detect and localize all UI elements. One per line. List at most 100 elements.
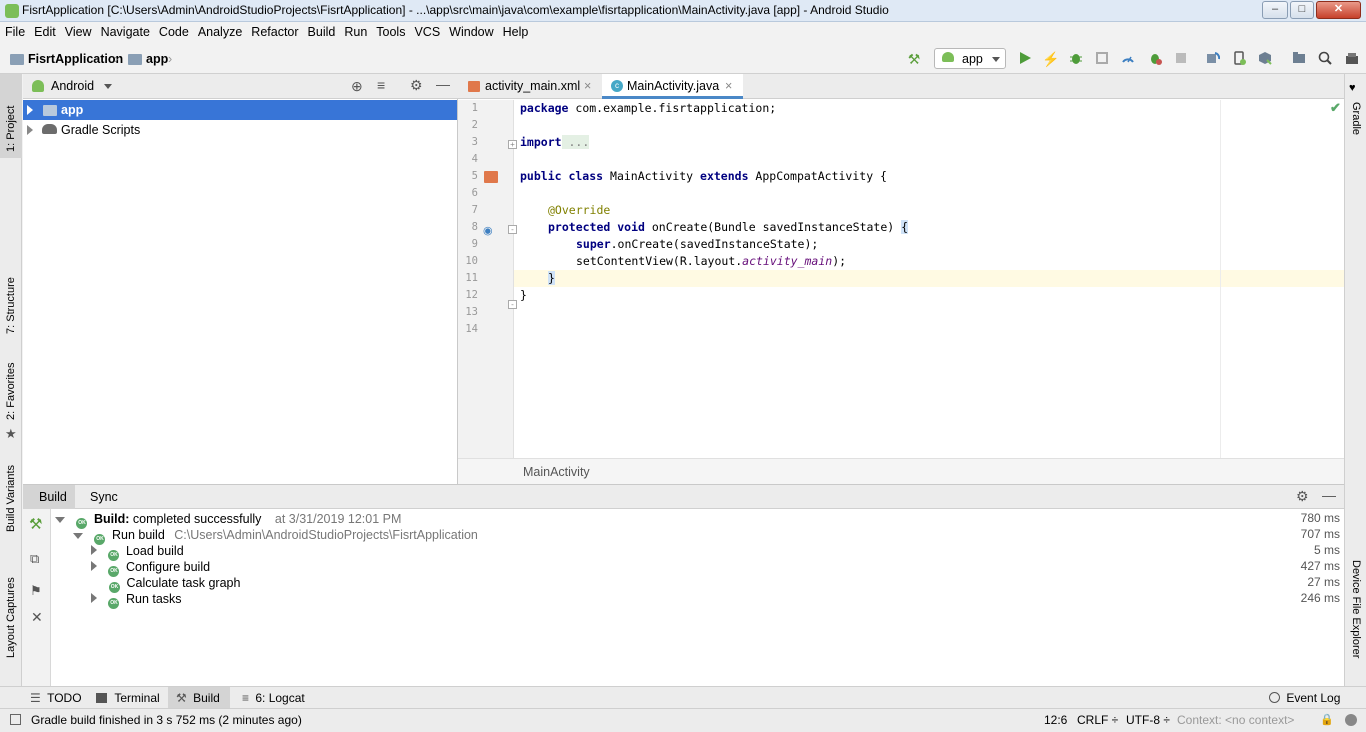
tool-tab-event-log[interactable]: Event Log [1266,687,1344,709]
menu-code[interactable]: Code [154,22,193,39]
lock-icon[interactable]: 🔒 [1320,713,1334,726]
run-configuration-select[interactable]: app [934,48,1006,69]
hide-panel-icon[interactable]: — [436,76,450,92]
run-with-coverage-icon[interactable] [1094,51,1110,67]
gear-icon[interactable]: ⚙ [1296,488,1309,505]
close-tab-icon[interactable]: × [725,74,732,98]
maximize-button[interactable]: □ [1290,1,1314,19]
build-label: Build: [93,512,130,526]
attach-debugger-icon[interactable] [1147,51,1163,67]
line-separator-select[interactable]: CRLF ÷ [1077,713,1118,727]
menu-view[interactable]: View [60,22,96,39]
tool-tab-favorites[interactable]: 2: Favorites ★ [0,360,22,441]
tree-item-gradle-scripts[interactable]: Gradle Scripts [23,120,457,140]
tool-tab-label: Build [193,691,220,705]
menu-vcs[interactable]: VCS [409,22,444,39]
menu-analyze[interactable]: Analyze [193,22,246,39]
profile-icon[interactable] [1120,51,1136,67]
tab-sync[interactable]: Sync [90,490,118,504]
tool-tab-structure[interactable]: 7: Structure [0,262,22,338]
hide-panel-icon[interactable]: — [1322,487,1336,503]
pin-icon[interactable]: ⚑ [30,583,42,599]
debug-icon[interactable] [1068,51,1084,67]
build-row-configure-build[interactable]: OK Configure build [91,559,210,577]
status-message[interactable]: Gradle build finished in 3 s 752 ms (2 m… [31,713,302,727]
menu-help[interactable]: Help [498,22,533,39]
tool-tab-build[interactable]: ⚒ Build [168,687,230,709]
menu-refactor[interactable]: Refactor [246,22,302,39]
tool-tab-layout-captures[interactable]: Layout Captures [0,570,22,670]
expand-arrow-icon[interactable] [91,561,97,571]
tool-tab-todo[interactable]: ☰ TODO [26,687,86,709]
folded-imports[interactable]: ... [561,135,590,149]
menu-window[interactable]: Window [444,22,497,39]
rebuild-hammer-icon[interactable]: ⚒ [29,515,42,533]
close-icon[interactable]: ✕ [31,609,43,626]
context-indicator: Context: <no context> [1177,713,1295,727]
build-row-run-build[interactable]: OK Run build C:\Users\Admin\AndroidStudi… [73,527,478,545]
overrides-method-icon[interactable]: ◉ [483,224,493,237]
tool-tab-terminal[interactable]: Terminal [92,687,164,709]
avd-manager-icon[interactable] [1231,51,1247,67]
breadcrumb-module[interactable]: app [146,52,168,66]
build-row-calculate-task-graph[interactable]: OK Calculate task graph [109,575,240,593]
tab-mainactivity-java[interactable]: c MainActivity.java × [602,74,743,99]
toggle-tool-windows-icon[interactable] [10,714,21,725]
run-icon[interactable] [1017,51,1033,67]
close-button[interactable]: ✕ [1316,1,1361,19]
close-tab-icon[interactable]: × [584,74,591,98]
editor-gutter[interactable]: 1 2 3 4 5 6 7 8 9 10 11 12 13 14 ◉ + - - [458,100,517,458]
related-xml-layout-icon[interactable] [484,171,498,183]
tool-tab-gradle[interactable]: ♥ Gradle [1345,78,1366,142]
sdk-manager-icon[interactable] [1257,51,1273,67]
super-call: .onCreate(savedInstanceState); [610,237,819,251]
minimize-button[interactable]: – [1262,1,1288,19]
menu-file[interactable]: File [0,22,29,39]
encoding-select[interactable]: UTF-8 ÷ [1126,713,1170,727]
gear-icon[interactable]: ⚙ [410,77,423,94]
project-structure-icon[interactable] [1291,51,1307,67]
project-view-select[interactable]: Android [51,79,94,93]
tool-tab-logcat[interactable]: ≡ 6: Logcat [238,687,308,709]
tool-tab-project[interactable]: 1: Project [0,74,22,158]
collapse-arrow-icon[interactable] [55,517,65,523]
breadcrumb-project[interactable]: FisrtApplication [28,52,123,66]
menu-navigate[interactable]: Navigate [96,22,154,39]
toggle-view-icon[interactable]: ⧉ [30,551,39,567]
android-assistant-icon[interactable] [1344,51,1360,67]
collapse-all-icon[interactable]: ≡ [377,77,385,93]
build-row-load-build[interactable]: OK Load build [91,543,184,561]
sync-gradle-icon[interactable] [1205,51,1221,67]
apply-changes-icon[interactable]: ⚡ [1042,51,1059,67]
scroll-from-source-icon[interactable]: ⊕ [351,78,363,95]
editor-breadcrumb[interactable]: MainActivity [523,465,590,479]
search-icon[interactable] [1317,51,1333,67]
menu-tools[interactable]: Tools [371,22,409,39]
menu-edit[interactable]: Edit [29,22,60,39]
tree-item-app[interactable]: app [23,100,457,120]
expand-arrow-icon[interactable] [91,545,97,555]
tool-tab-device-file-explorer[interactable]: Device File Explorer [1345,552,1366,672]
no-problems-check-icon[interactable]: ✔ [1330,100,1341,116]
make-project-hammer-icon[interactable]: ⚒ [906,51,922,67]
code-line-1: package com.example.fisrtapplication; [520,100,776,117]
menu-build[interactable]: Build [303,22,340,39]
build-row-summary[interactable]: OK Build: completed successfully at 3/31… [55,511,401,529]
code-area[interactable]: package com.example.fisrtapplication; im… [514,100,1344,458]
expand-arrow-icon[interactable] [27,105,33,115]
code-line-13: } [520,287,527,304]
expand-arrow-icon[interactable] [91,593,97,603]
tab-activity-main-xml[interactable]: activity_main.xml × [458,74,602,99]
build-row-run-tasks[interactable]: OK Run tasks [91,591,182,609]
code-editor: activity_main.xml × c MainActivity.java … [458,74,1344,484]
stop-icon[interactable] [1173,51,1189,67]
tool-tab-build-variants[interactable]: Build Variants [0,458,22,548]
menu-run[interactable]: Run [339,22,371,39]
tab-build[interactable]: Build [39,490,67,504]
expand-arrow-icon[interactable] [27,125,33,135]
chevron-down-icon[interactable] [104,84,112,89]
collapse-arrow-icon[interactable] [73,533,83,539]
java-class-icon: c [611,80,623,92]
hector-inspector-icon[interactable] [1345,714,1357,726]
caret-position[interactable]: 12:6 [1044,713,1067,727]
